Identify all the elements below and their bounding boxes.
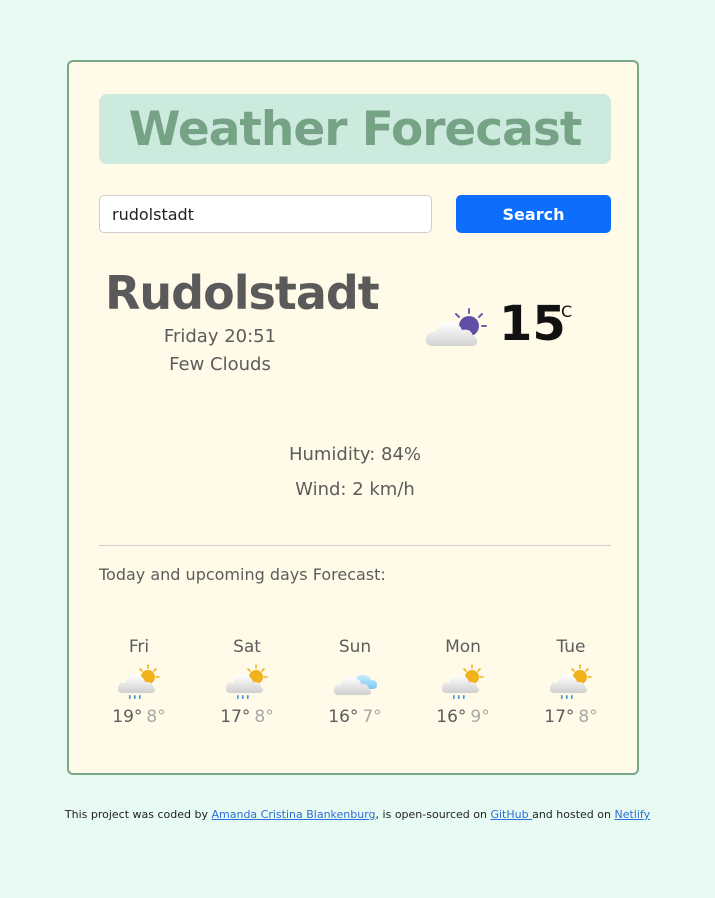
search-button[interactable]: Search: [456, 195, 611, 233]
few-clouds-night-icon: [425, 306, 491, 354]
forecast-day-name: Sun: [338, 637, 372, 657]
forecast-day-name: Sat: [233, 637, 261, 657]
rain-sun-icon: [117, 663, 161, 703]
footer-text: and hosted on: [532, 808, 615, 821]
title-banner: Weather Forecast: [99, 94, 611, 164]
forecast-min-temp: 8°: [146, 707, 166, 727]
city-name: Rudolstadt: [105, 266, 380, 320]
current-datetime: Friday 20:51: [163, 326, 277, 347]
forecast-min-temp: 9°: [470, 707, 490, 727]
footer: This project was coded by Amanda Cristin…: [0, 808, 715, 821]
forecast-day: Mon 16° 9°: [409, 637, 517, 727]
forecast-day-name: Mon: [445, 637, 481, 657]
temperature-unit[interactable]: °C: [553, 302, 572, 321]
forecast-day: Fri 19° 8°: [85, 637, 193, 727]
forecast-day: Sun 16° 7°: [301, 637, 409, 727]
netlify-link[interactable]: Netlify: [614, 808, 650, 821]
divider: [99, 545, 611, 546]
github-link[interactable]: GitHub: [490, 808, 532, 821]
footer-text: This project was coded by: [64, 808, 212, 821]
humidity: Humidity: 84%: [288, 444, 422, 465]
forecast-min-temp: 7°: [362, 707, 382, 727]
page-title: Weather Forecast: [128, 101, 583, 157]
author-link[interactable]: Amanda Cristina Blankenburg: [212, 808, 376, 821]
forecast-day: Tue 17° 8°: [517, 637, 625, 727]
footer-text: , is open-sourced on: [375, 808, 491, 821]
rain-sun-icon: [225, 663, 269, 703]
forecast-list: Fri 19° 8° Sat 17° 8° Sun 16° 7° Mon 16°…: [85, 637, 625, 727]
forecast-day: Sat 17° 8°: [193, 637, 301, 727]
wind: Wind: 2 km/h: [295, 479, 415, 500]
city-search-input[interactable]: [99, 195, 432, 233]
rain-sun-icon: [441, 663, 485, 703]
cloudy-icon: [333, 663, 377, 703]
forecast-max-temp: 19°: [112, 707, 143, 727]
forecast-day-name: Fri: [128, 637, 150, 657]
weather-description: Few Clouds: [169, 354, 271, 375]
forecast-title: Today and upcoming days Forecast:: [99, 565, 386, 584]
forecast-max-temp: 16°: [328, 707, 359, 727]
forecast-max-temp: 17°: [544, 707, 575, 727]
rain-sun-icon: [549, 663, 593, 703]
forecast-max-temp: 17°: [220, 707, 251, 727]
forecast-min-temp: 8°: [578, 707, 598, 727]
weather-card: Weather Forecast Search Rudolstadt Frida…: [67, 60, 639, 775]
forecast-day-name: Tue: [556, 637, 586, 657]
forecast-min-temp: 8°: [254, 707, 274, 727]
forecast-max-temp: 16°: [436, 707, 467, 727]
